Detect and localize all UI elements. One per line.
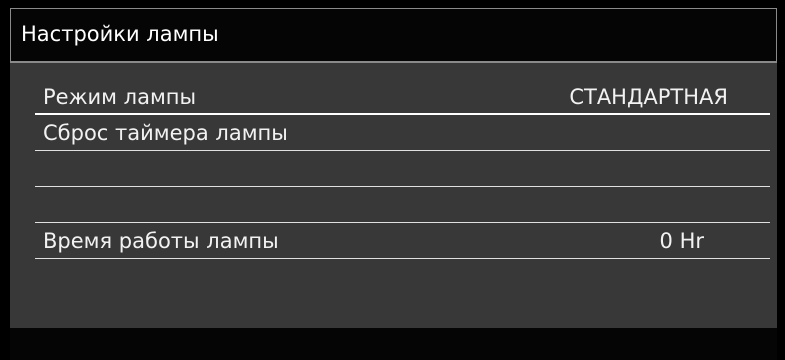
lamp-settings-osd: Настройки лампы Режим лампы СТАНДАРТНАЯ … — [0, 0, 785, 360]
menu-item-label: Режим лампы — [43, 85, 197, 109]
menu-title-bar: Настройки лампы — [10, 8, 777, 62]
lamp-hours-value: 0 Hr — [659, 229, 704, 253]
menu-item-empty-1 — [35, 151, 770, 187]
menu-footer-bar — [10, 328, 777, 360]
menu-item-label: Сброс таймера лампы — [43, 121, 288, 145]
lamp-mode-value[interactable]: СТАНДАРТНАЯ — [569, 83, 728, 111]
menu-item-lamp-hours: Время работы лампы 0 Hr — [35, 223, 770, 259]
menu-item-label: Время работы лампы — [43, 229, 279, 253]
menu-title: Настройки лампы — [21, 22, 219, 46]
menu-panel: Режим лампы СТАНДАРТНАЯ Сброс таймера ла… — [10, 61, 777, 328]
menu-item-reset-lamp-timer[interactable]: Сброс таймера лампы — [35, 115, 770, 151]
menu-item-lamp-mode[interactable]: Режим лампы СТАНДАРТНАЯ — [35, 79, 770, 115]
menu-item-empty-2 — [35, 187, 770, 223]
